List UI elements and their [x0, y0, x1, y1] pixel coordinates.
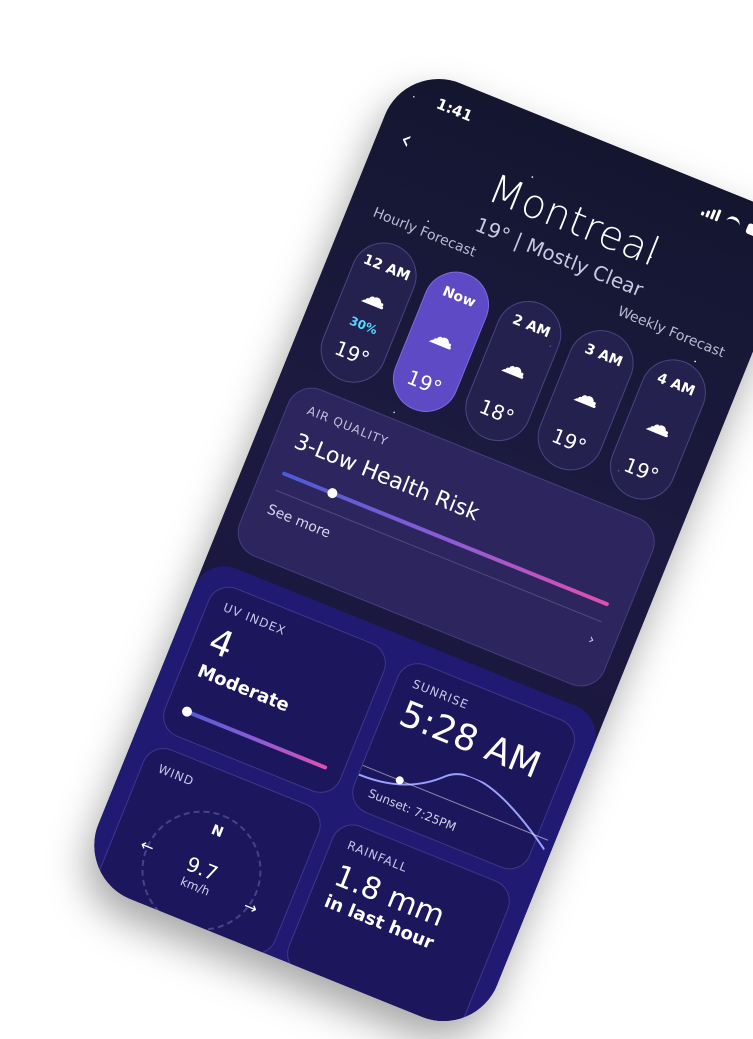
- rain-cloud-icon: ☁: [357, 278, 393, 317]
- signal-icon: [700, 204, 722, 222]
- hour-temp: 19°: [620, 452, 663, 489]
- hour-temp: 19°: [403, 364, 446, 401]
- rain-cloud-icon: ☁: [641, 407, 678, 445]
- hour-label: 3 AM: [582, 340, 625, 371]
- hour-label: 2 AM: [510, 311, 553, 342]
- rain-cloud-icon: ☁: [424, 319, 461, 357]
- hour-temp: 19°: [548, 423, 591, 459]
- hour-temp: 19°: [331, 335, 374, 372]
- precip-chance: 30%: [347, 314, 380, 338]
- hour-label: 4 AM: [654, 370, 698, 400]
- battery-icon: [745, 222, 753, 241]
- hour-temp: 18°: [475, 394, 518, 430]
- rain-cloud-icon: ☁: [569, 377, 605, 416]
- uv-index-indicator: [180, 705, 194, 719]
- air-quality-indicator: [326, 486, 340, 500]
- chevron-right-icon: ›: [585, 631, 598, 649]
- weather-app-screen: 1:41 ‹ Montreal 19° | Mostly Clear Hourl…: [76, 61, 753, 1039]
- hour-label: Now: [440, 283, 478, 312]
- status-icons: [700, 204, 753, 241]
- wind-cloud-icon: ☁: [497, 348, 533, 387]
- wifi-icon: [724, 214, 742, 229]
- status-time: 1:41: [433, 94, 476, 126]
